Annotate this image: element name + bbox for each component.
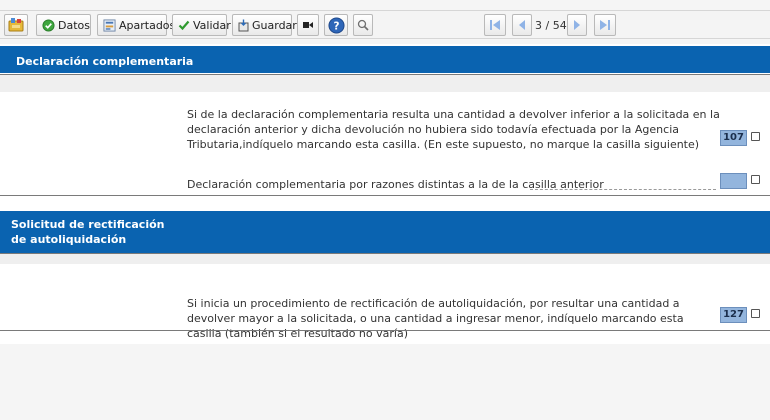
first-page-button[interactable] bbox=[484, 14, 506, 36]
apartados-button[interactable]: Apartados bbox=[97, 14, 175, 36]
section-header-declaracion-complementaria: Declaración complementaria bbox=[0, 46, 770, 73]
section-spacer bbox=[0, 254, 770, 264]
casilla-127-description: Si inicia un procedimiento de rectificac… bbox=[187, 297, 684, 340]
save-icon bbox=[238, 19, 249, 32]
previous-page-button[interactable] bbox=[512, 14, 532, 36]
video-camera-icon bbox=[303, 21, 313, 29]
guardar-button[interactable]: Guardar bbox=[232, 14, 297, 36]
casilla-108-checkbox[interactable] bbox=[751, 175, 760, 184]
page-indicator: 3 / 54 bbox=[535, 19, 567, 32]
section-header-rectificacion: Solicitud de rectificación de autoliquid… bbox=[0, 211, 770, 253]
next-page-button[interactable] bbox=[567, 14, 587, 36]
datos-label: Datos bbox=[58, 18, 90, 32]
last-page-icon bbox=[598, 19, 612, 31]
next-arrow-icon bbox=[572, 19, 582, 31]
video-button[interactable] bbox=[297, 14, 319, 36]
toolbar: Datos Apartados Validar Guardar ? 3 / 54 bbox=[0, 10, 770, 39]
casilla-107-number-box: 107 bbox=[720, 130, 747, 146]
search-button[interactable] bbox=[353, 14, 373, 36]
section-title: Declaración complementaria bbox=[16, 55, 194, 68]
first-page-icon bbox=[488, 19, 502, 31]
section-divider bbox=[0, 330, 770, 331]
validar-button[interactable]: Validar bbox=[172, 14, 231, 36]
page-background bbox=[0, 344, 770, 420]
window-top-strip bbox=[0, 0, 770, 10]
validar-label: Validar bbox=[193, 18, 231, 32]
search-icon bbox=[357, 19, 369, 31]
casilla-127-checkbox[interactable] bbox=[751, 309, 760, 318]
apartados-label: Apartados bbox=[119, 18, 176, 32]
casilla-127-number-box: 127 bbox=[720, 307, 747, 323]
svg-text:?: ? bbox=[333, 20, 339, 32]
help-question-icon: ? bbox=[327, 16, 345, 34]
section-title: Solicitud de rectificación de autoliquid… bbox=[11, 218, 165, 246]
sections-list-icon bbox=[103, 18, 116, 32]
leader-dashes bbox=[530, 189, 716, 190]
casilla-108-number-box bbox=[720, 173, 747, 189]
section-spacer bbox=[0, 75, 770, 92]
last-page-button[interactable] bbox=[594, 14, 616, 36]
datos-button[interactable]: Datos bbox=[36, 14, 91, 36]
green-checkmark-icon bbox=[178, 19, 190, 31]
help-button[interactable]: ? bbox=[324, 14, 348, 36]
home-button[interactable] bbox=[4, 14, 28, 36]
casilla-107-checkbox[interactable] bbox=[751, 132, 760, 141]
previous-arrow-icon bbox=[517, 19, 527, 31]
folder-group-icon bbox=[8, 17, 24, 33]
green-check-circle-icon bbox=[42, 18, 55, 32]
casilla-107-description: Si de la declaración complementaria resu… bbox=[187, 108, 720, 151]
form-area: Declaración complementaria Si de la decl… bbox=[0, 44, 770, 344]
section-divider bbox=[0, 195, 770, 196]
guardar-label: Guardar bbox=[252, 18, 297, 32]
casilla-108-description: Declaración complementaria por razones d… bbox=[187, 178, 604, 191]
